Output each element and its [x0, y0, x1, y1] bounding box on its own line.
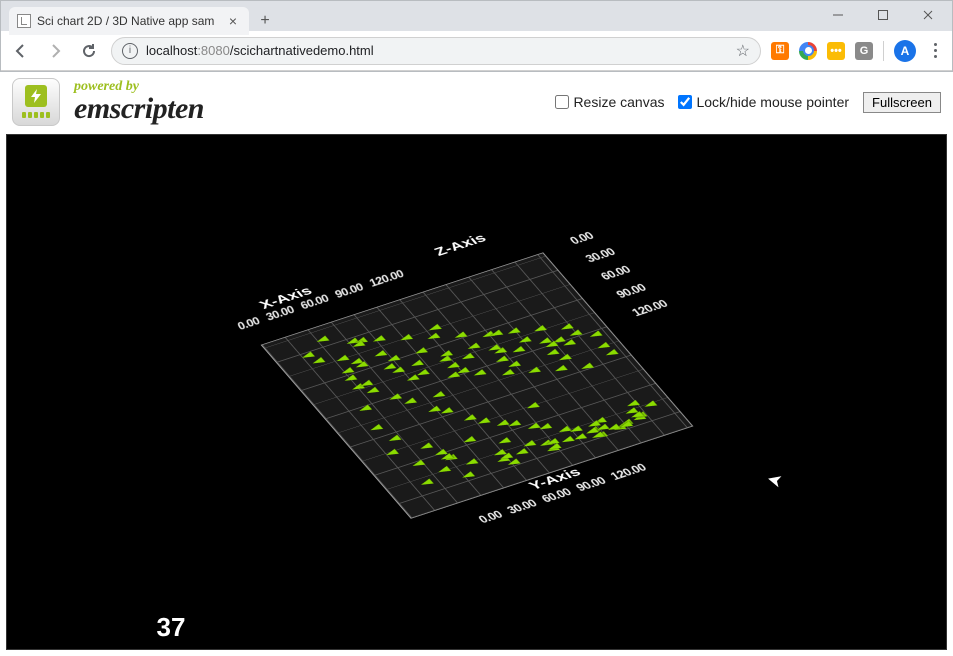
axis-tick-label: 90.00 — [613, 279, 655, 300]
url-path: /scichartnativedemo.html — [230, 43, 374, 58]
render-canvas[interactable]: X-Axis Z-Axis Y-Axis 0.0030.0060.0090.00… — [157, 135, 797, 649]
url-port: :8080 — [197, 43, 230, 58]
tab-title: Sci chart 2D / 3D Native app sam — [37, 14, 219, 28]
lock-pointer-label: Lock/hide mouse pointer — [696, 94, 849, 110]
page-favicon-icon — [17, 14, 31, 28]
extension-g-icon[interactable]: G — [855, 42, 873, 60]
window-maximize-button[interactable] — [860, 1, 905, 29]
scatter-point — [406, 373, 421, 380]
new-tab-button[interactable]: + — [255, 11, 275, 31]
axis-tick-label: 30.00 — [503, 497, 539, 516]
browser-toolbar: i localhost:8080/scichartnativedemo.html… — [1, 31, 952, 71]
nav-back-button[interactable] — [9, 39, 33, 63]
site-info-icon[interactable]: i — [122, 43, 138, 59]
page-header: powered by emscripten Resize canvas Lock… — [0, 72, 953, 128]
z-axis-label: Z-Axis — [431, 231, 489, 258]
chart-3d-scene: X-Axis Z-Axis Y-Axis 0.0030.0060.0090.00… — [260, 252, 693, 518]
extension-bar: ⚿ ••• G A — [771, 40, 944, 62]
brand-name-text: emscripten — [74, 94, 204, 124]
canvas-container: X-Axis Z-Axis Y-Axis 0.0030.0060.0090.00… — [6, 134, 947, 650]
fps-counter: 37 — [157, 612, 186, 643]
extension-key-icon[interactable]: ⚿ — [771, 42, 789, 60]
window-minimize-button[interactable] — [815, 1, 860, 29]
browser-window: Sci chart 2D / 3D Native app sam × + i l… — [0, 0, 953, 72]
address-bar[interactable]: i localhost:8080/scichartnativedemo.html… — [111, 37, 761, 65]
resize-canvas-checkbox[interactable] — [555, 95, 569, 109]
mouse-cursor-icon: ➤ — [765, 468, 785, 492]
axis-tick-label: 30.00 — [582, 243, 624, 264]
extension-dots-icon[interactable]: ••• — [827, 42, 845, 60]
brand-block: powered by emscripten — [74, 80, 204, 124]
lock-pointer-checkbox[interactable] — [678, 95, 692, 109]
axis-tick-label: 120.00 — [607, 461, 649, 482]
tab-close-icon[interactable]: × — [225, 13, 241, 29]
axis-tick-label: 60.00 — [597, 261, 639, 282]
browser-tab[interactable]: Sci chart 2D / 3D Native app sam × — [9, 7, 249, 35]
nav-forward-button[interactable] — [43, 39, 67, 63]
url-host: localhost — [146, 43, 197, 58]
titlebar: Sci chart 2D / 3D Native app sam × + — [1, 1, 952, 31]
bookmark-star-icon[interactable]: ☆ — [736, 41, 750, 61]
url-text: localhost:8080/scichartnativedemo.html — [146, 43, 728, 58]
axis-tick-label: 90.00 — [332, 280, 365, 300]
toolbar-divider — [883, 41, 884, 61]
axis-tick-label: 0.00 — [475, 508, 505, 525]
window-close-button[interactable] — [905, 1, 950, 29]
axis-tick-label: 0.00 — [235, 314, 262, 332]
lock-pointer-control[interactable]: Lock/hide mouse pointer — [678, 94, 849, 110]
axis-tick-label: 120.00 — [628, 297, 670, 318]
axis-tick-label: 120.00 — [367, 267, 406, 289]
scatter-point — [461, 352, 476, 359]
resize-canvas-label: Resize canvas — [573, 94, 664, 110]
nav-reload-button[interactable] — [77, 39, 101, 63]
emscripten-logo-icon — [12, 78, 60, 126]
fullscreen-button[interactable]: Fullscreen — [863, 92, 941, 113]
extension-chrome-icon[interactable] — [799, 42, 817, 60]
axis-tick-label: 0.00 — [566, 225, 608, 246]
browser-menu-button[interactable] — [926, 43, 944, 58]
page-content: powered by emscripten Resize canvas Lock… — [0, 72, 953, 656]
window-controls — [815, 1, 950, 29]
profile-avatar[interactable]: A — [894, 40, 916, 62]
resize-canvas-control[interactable]: Resize canvas — [555, 94, 664, 110]
